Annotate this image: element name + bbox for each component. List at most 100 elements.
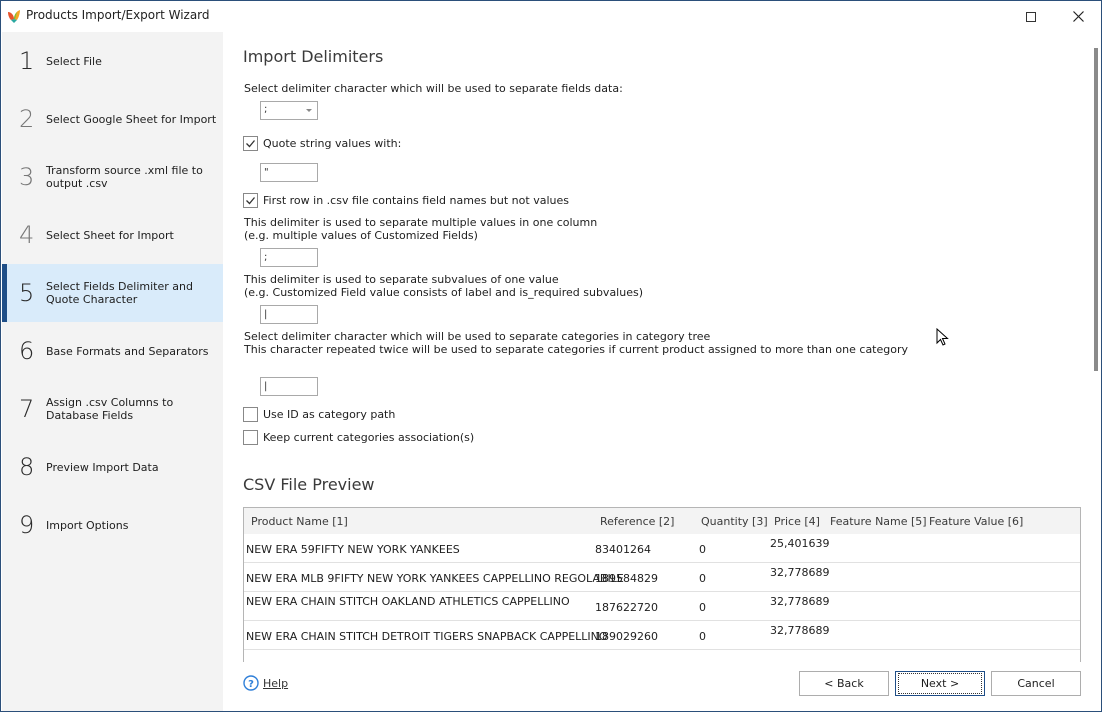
step-label: Preview Import Data — [46, 460, 159, 474]
table-row[interactable]: NEW ERA 59FIFTY NEW YORK YANKEES 8340126… — [244, 534, 1080, 563]
step-label: Assign .csv Columns to Database Fields — [46, 396, 174, 422]
cell-quantity: 0 — [699, 601, 706, 614]
multi-values-label: This delimiter is used to separate multi… — [244, 216, 598, 229]
step-import-options[interactable]: 9 Import Options — [2, 496, 223, 554]
back-button[interactable]: < Back — [799, 671, 889, 696]
column-header-quantity[interactable]: Quantity [3] — [701, 515, 768, 528]
csv-preview-heading: CSV File Preview — [243, 475, 375, 494]
cell-reference: 189584829 — [595, 572, 658, 585]
step-number: 9 — [19, 511, 35, 539]
wizard-window: Products Import/Export Wizard 1 Select F… — [0, 0, 1102, 712]
step-preview-import[interactable]: 8 Preview Import Data — [2, 438, 223, 496]
cell-reference: 187622720 — [595, 601, 658, 614]
checkmark-icon — [246, 197, 255, 205]
first-row-names-label: First row in .csv file contains field na… — [263, 194, 569, 207]
step-label: Select Google Sheet for Import — [46, 112, 217, 126]
column-header-feature-value[interactable]: Feature Value [6] — [929, 515, 1023, 528]
step-number: 3 — [19, 163, 35, 191]
table-row[interactable]: NEW ERA CHAIN STITCH OAKLAND ATHLETICS C… — [244, 592, 1080, 621]
main-vertical-scrollbar[interactable] — [1094, 48, 1098, 371]
subvalues-delimiter-input[interactable] — [260, 305, 318, 324]
column-header-reference[interactable]: Reference [2] — [600, 515, 674, 528]
step-number: 4 — [19, 221, 35, 249]
step-assign-columns[interactable]: 7 Assign .csv Columns to Database Fields — [2, 380, 223, 438]
table-row[interactable]: NEW ERA CHAIN STITCH DETROIT TIGERS SNAP… — [244, 621, 1080, 650]
step-number: 8 — [19, 453, 35, 481]
next-label: Next > — [897, 673, 983, 694]
mouse-cursor-icon — [936, 328, 949, 346]
step-select-file[interactable]: 1 Select File — [2, 32, 223, 90]
cell-reference: 83401264 — [595, 543, 651, 556]
help-link[interactable]: ? Help — [243, 675, 288, 691]
keep-categories-label: Keep current categories association(s) — [263, 431, 475, 444]
cell-product-name: NEW ERA CHAIN STITCH OAKLAND ATHLETICS C… — [246, 595, 570, 608]
step-number: 5 — [19, 279, 35, 307]
step-label: Base Formats and Separators — [46, 344, 209, 358]
subvalues-hint: (e.g. Customized Field value consists of… — [244, 286, 644, 299]
cell-product-name: NEW ERA MLB 9FIFTY NEW YORK YANKEES CAPP… — [246, 572, 624, 585]
first-row-names-checkbox[interactable] — [243, 193, 258, 208]
subvalues-label: This delimiter is used to separate subva… — [244, 273, 559, 286]
field-delimiter-value: ; — [264, 104, 268, 115]
field-delimiter-select[interactable]: ; — [260, 101, 318, 120]
step-transform-xml[interactable]: 3 Transform source .xml file to output .… — [2, 148, 223, 206]
checkmark-icon — [246, 140, 255, 148]
main-content: Import Delimiters Select delimiter chara… — [223, 32, 1093, 662]
cell-product-name: NEW ERA 59FIFTY NEW YORK YANKEES — [246, 543, 460, 556]
import-delimiters-heading: Import Delimiters — [243, 47, 384, 66]
quote-string-label: Quote string values with: — [263, 137, 402, 150]
grid-header: Product Name [1] Reference [2] Quantity … — [244, 508, 1080, 534]
wizard-steps-sidebar: 1 Select File 2 Select Google Sheet for … — [2, 32, 223, 711]
csv-preview-grid[interactable]: Product Name [1] Reference [2] Quantity … — [243, 507, 1081, 662]
back-label: < Back — [824, 677, 864, 690]
step-number: 1 — [19, 47, 35, 75]
category-delimiter-label: Select delimiter character which will be… — [244, 330, 711, 343]
use-id-category-path-checkbox[interactable] — [243, 407, 258, 422]
use-id-category-path-label: Use ID as category path — [263, 408, 396, 421]
maximize-button[interactable] — [1008, 1, 1054, 32]
cell-quantity: 0 — [699, 630, 706, 643]
cell-quantity: 0 — [699, 572, 706, 585]
step-label: Select Sheet for Import — [46, 228, 174, 242]
field-delimiter-label: Select delimiter character which will be… — [244, 82, 623, 95]
help-label: Help — [263, 676, 289, 690]
wizard-footer: ? Help < Back Next > Cancel — [223, 662, 1101, 711]
step-number: 2 — [19, 105, 35, 133]
keep-categories-checkbox[interactable] — [243, 430, 258, 445]
step-label: Select File — [46, 54, 102, 68]
title-bar: Products Import/Export Wizard — [1, 1, 1101, 32]
column-header-feature-name[interactable]: Feature Name [5] — [830, 515, 927, 528]
step-label: Transform source .xml file to output .cs… — [46, 164, 203, 190]
cell-price: 32,778689 — [770, 595, 830, 608]
cell-price: 32,778689 — [770, 566, 830, 579]
window-title: Products Import/Export Wizard — [26, 8, 210, 22]
column-header-product-name[interactable]: Product Name [1] — [251, 515, 348, 528]
step-label: Select Fields Delimiter and Quote Charac… — [46, 280, 193, 306]
app-logo-icon — [8, 10, 20, 23]
step-base-formats[interactable]: 6 Base Formats and Separators — [2, 322, 223, 380]
chevron-down-icon — [306, 109, 312, 112]
step-label: Import Options — [46, 518, 129, 532]
cell-reference: 189029260 — [595, 630, 658, 643]
step-select-sheet[interactable]: 4 Select Sheet for Import — [2, 206, 223, 264]
cancel-button[interactable]: Cancel — [991, 671, 1081, 696]
close-button[interactable] — [1055, 1, 1101, 32]
quote-string-checkbox[interactable] — [243, 136, 258, 151]
svg-text:?: ? — [248, 679, 254, 690]
multi-values-delimiter-input[interactable] — [260, 248, 318, 267]
table-row[interactable]: NEW ERA MLB 9FIFTY NEW YORK YANKEES CAPP… — [244, 563, 1080, 592]
next-button[interactable]: Next > — [895, 671, 985, 696]
cell-price: 25,401639 — [770, 537, 830, 550]
maximize-icon — [1026, 11, 1036, 22]
cell-quantity: 0 — [699, 543, 706, 556]
cell-product-name: NEW ERA CHAIN STITCH DETROIT TIGERS SNAP… — [246, 630, 608, 643]
cell-price: 32,778689 — [770, 624, 830, 637]
column-header-price[interactable]: Price [4] — [774, 515, 820, 528]
cancel-label: Cancel — [1017, 677, 1055, 690]
step-number: 7 — [19, 395, 35, 423]
category-delimiter-input[interactable] — [260, 377, 318, 396]
step-number: 6 — [19, 337, 35, 365]
step-fields-delimiter[interactable]: 5 Select Fields Delimiter and Quote Char… — [2, 264, 223, 322]
step-select-google-sheet[interactable]: 2 Select Google Sheet for Import — [2, 90, 223, 148]
quote-char-input[interactable] — [260, 163, 318, 182]
